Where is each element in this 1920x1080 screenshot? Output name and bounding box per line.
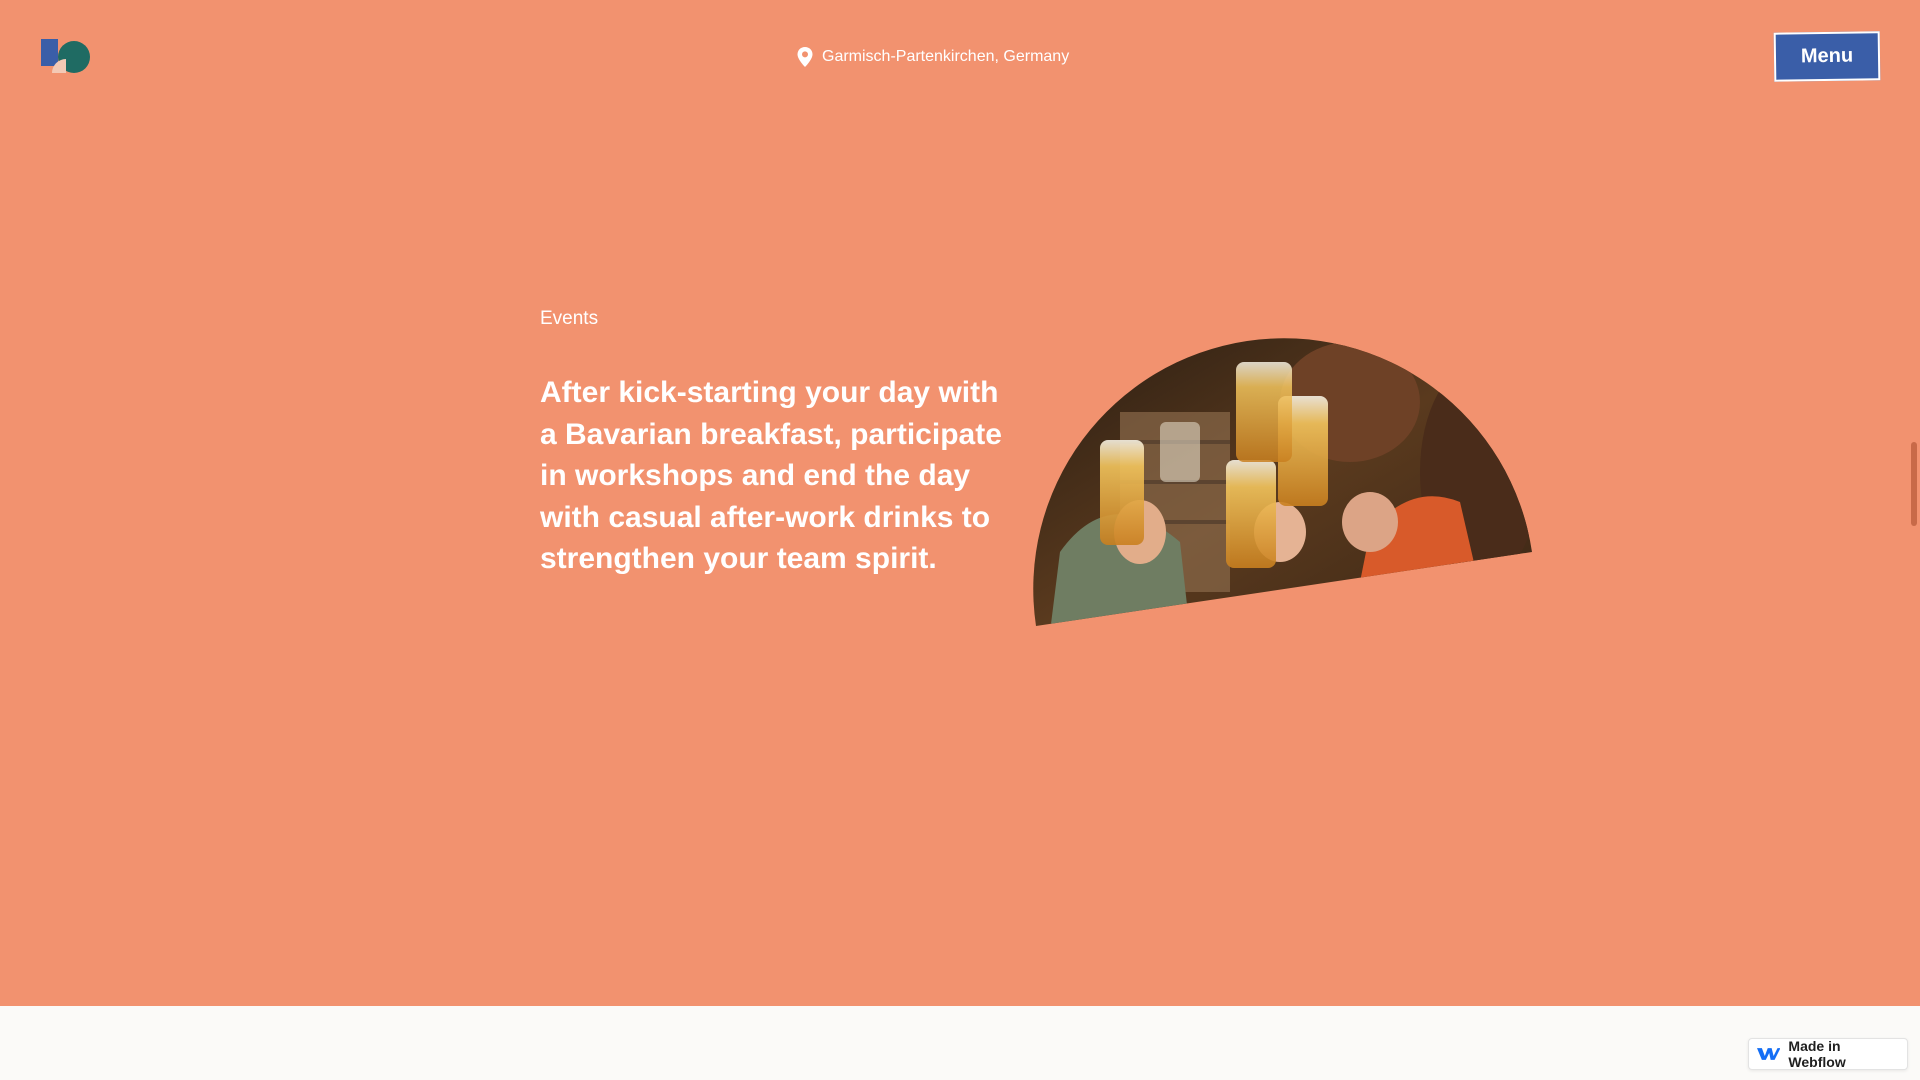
events-section: Garmisch-Partenkirchen, Germany Menu Eve… — [0, 0, 1920, 1006]
menu-button[interactable]: Menu — [1773, 31, 1881, 82]
location-text: Garmisch-Partenkirchen, Germany — [822, 48, 1070, 65]
scrollbar-thumb[interactable] — [1911, 442, 1917, 526]
badge-label: Made in Webflow — [1788, 1038, 1846, 1070]
cheers-photo — [1033, 338, 1532, 627]
brand-logo[interactable] — [38, 36, 94, 76]
footer-strip — [0, 1006, 1920, 1080]
map-pin-icon — [797, 47, 813, 67]
section-label: Events — [540, 308, 599, 329]
made-in-webflow-badge[interactable]: Made in Webflow — [1748, 1038, 1908, 1070]
webflow-logo-icon — [1757, 1048, 1781, 1060]
section-headline: After kick-starting your day with a Bava… — [540, 376, 1002, 575]
location: Garmisch-Partenkirchen, Germany — [796, 44, 1069, 70]
